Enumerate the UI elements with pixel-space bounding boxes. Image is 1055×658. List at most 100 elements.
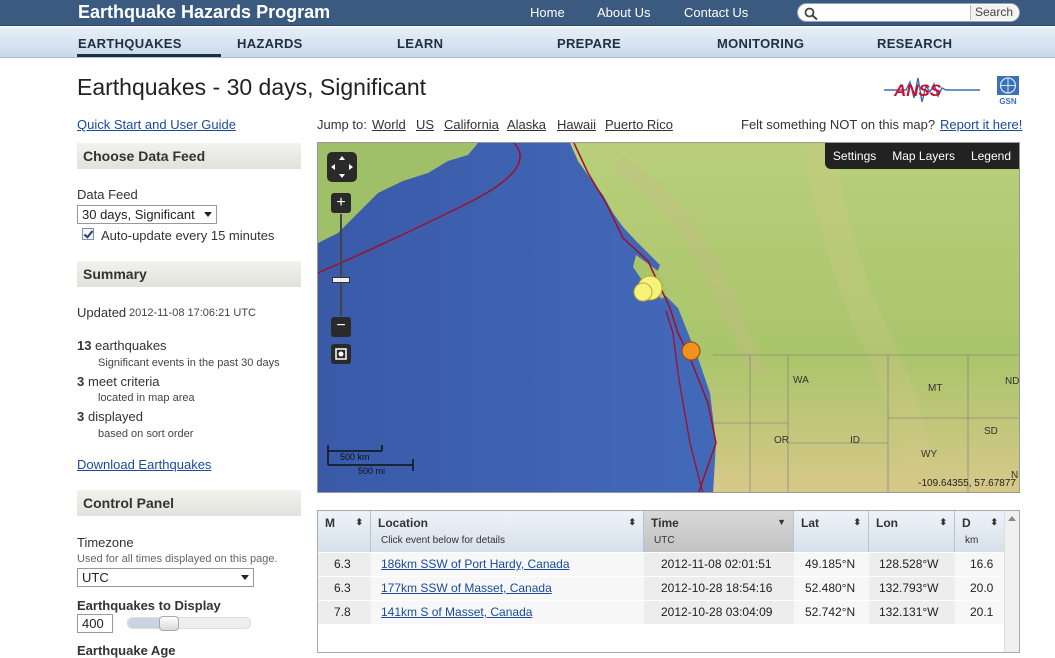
choose-feed-heading[interactable]: Choose Data Feed: [77, 143, 301, 169]
download-earthquakes-link[interactable]: Download Earthquakes: [77, 457, 211, 472]
jump-puerto-rico-link[interactable]: Puerto Rico: [605, 117, 673, 132]
display-count-input[interactable]: 400: [77, 614, 113, 633]
site-title[interactable]: Earthquake Hazards Program: [78, 2, 330, 23]
search-input[interactable]: Search: [797, 3, 1020, 22]
earthquake-marker[interactable]: [681, 341, 701, 361]
map-settings-button[interactable]: Settings: [825, 149, 884, 163]
cell-depth: 16.6: [970, 557, 994, 571]
zoom-out-button[interactable]: −: [331, 317, 351, 337]
displayed-sub: based on sort order: [98, 428, 194, 440]
jump-us-link[interactable]: US: [416, 117, 434, 132]
state-label: WY: [921, 449, 938, 460]
earthquake-list: M ⬍ Location ⬍ Click event below for det…: [317, 510, 1020, 653]
chevron-down-icon: [204, 212, 212, 217]
sort-icon: ⬍: [628, 517, 636, 527]
cell-location: 177km SSW of Masset, Canada: [381, 581, 552, 595]
map-canvas[interactable]: 500 km 500 mi: [318, 143, 1020, 493]
display-count-label: Earthquakes to Display: [77, 598, 221, 613]
main-nav: EARTHQUAKES HAZARDS LEARN PREPARE MONITO…: [0, 27, 1055, 58]
state-label: ND: [1005, 376, 1020, 387]
criteria-label: meet criteria: [88, 374, 160, 389]
cell-m: 6.3: [334, 581, 351, 595]
col-header-magnitude[interactable]: M ⬍: [318, 511, 371, 552]
table-row[interactable]: 7.8 141km S of Masset, Canada 2012-10-28 0…: [318, 600, 1006, 624]
search-button[interactable]: Search: [969, 5, 1017, 20]
state-label: WA: [793, 375, 809, 386]
event-link[interactable]: 186km SSW of Port Hardy, Canada: [381, 557, 570, 571]
top-bar: Earthquake Hazards Program Home About Us…: [0, 0, 1055, 26]
table-scrollbar[interactable]: [1004, 511, 1019, 652]
zoom-track[interactable]: [340, 214, 342, 316]
earthquake-marker[interactable]: [633, 282, 653, 302]
jump-alaska-link[interactable]: Alaska: [507, 117, 546, 132]
control-panel-heading[interactable]: Control Panel: [77, 490, 301, 516]
pan-arrows-icon: [331, 156, 353, 178]
gsn-logo-text: GSN: [999, 97, 1017, 106]
home-link[interactable]: Home: [530, 5, 565, 20]
col-header-depth[interactable]: D ⬍ km: [955, 511, 1006, 552]
col-header-time[interactable]: Time ▼ UTC: [644, 511, 794, 552]
zoom-handle[interactable]: [332, 277, 350, 283]
earthquake-map[interactable]: 500 km 500 mi + − WA MT ND OR ID SD WY N…: [317, 142, 1020, 493]
scale-km: 500 km: [340, 452, 370, 462]
state-label: SD: [984, 426, 998, 437]
summary-heading[interactable]: Summary: [77, 261, 301, 287]
scale-mi: 500 mi: [358, 466, 385, 476]
cell-m: 7.8: [334, 605, 351, 619]
col-header-latitude[interactable]: Lat ⬍: [794, 511, 869, 552]
quick-start-link[interactable]: Quick Start and User Guide: [77, 117, 236, 132]
zoom-in-button[interactable]: +: [331, 193, 351, 213]
timezone-select[interactable]: UTC: [77, 568, 254, 587]
nav-hazards[interactable]: HAZARDS: [237, 36, 303, 51]
header-sub: km: [965, 535, 979, 546]
contact-us-link[interactable]: Contact Us: [684, 5, 748, 20]
cell-depth: 20.0: [970, 581, 994, 595]
data-feed-select[interactable]: 30 days, Significant: [77, 205, 217, 224]
map-legend-button[interactable]: Legend: [963, 149, 1019, 163]
event-link[interactable]: 177km SSW of Masset, Canada: [381, 581, 552, 595]
data-feed-value: 30 days, Significant: [82, 207, 195, 222]
earthquake-age-label: Earthquake Age: [77, 643, 176, 658]
page-title: Earthquakes - 30 days, Significant: [77, 74, 427, 100]
autoupdate-label[interactable]: Auto-update every 15 minutes: [101, 228, 274, 243]
header-sub: UTC: [654, 535, 675, 546]
table-row[interactable]: 6.3 186km SSW of Port Hardy, Canada 2012-1…: [318, 552, 1006, 576]
jump-hawaii-link[interactable]: Hawaii: [557, 117, 596, 132]
nav-learn[interactable]: LEARN: [397, 36, 443, 51]
table-row[interactable]: 6.3 177km SSW of Masset, Canada 2012-10-28…: [318, 576, 1006, 600]
nav-research[interactable]: RESEARCH: [877, 36, 952, 51]
criteria-sub: located in map area: [98, 392, 195, 404]
nav-monitoring[interactable]: MONITORING: [717, 36, 804, 51]
total-count: 13: [77, 338, 92, 353]
nav-prepare[interactable]: PREPARE: [557, 36, 621, 51]
cell-time: 2012-11-08 02:01:51: [661, 557, 772, 571]
map-layers-button[interactable]: Map Layers: [884, 149, 963, 163]
gsn-logo[interactable]: GSN: [995, 75, 1021, 106]
total-label: earthquakes: [95, 338, 167, 353]
display-count-slider[interactable]: [127, 616, 251, 631]
cell-depth: 20.1: [970, 605, 994, 619]
report-it-link[interactable]: Report it here!: [940, 117, 1022, 132]
state-label: MT: [928, 383, 943, 394]
timezone-sub: Used for all times displayed on this pag…: [77, 553, 278, 565]
about-us-link[interactable]: About Us: [597, 5, 650, 20]
jump-california-link[interactable]: California: [444, 117, 499, 132]
jump-world-link[interactable]: World: [372, 117, 406, 132]
event-link[interactable]: 141km S of Masset, Canada: [381, 605, 532, 619]
slider-handle[interactable]: [159, 616, 179, 631]
scroll-up-icon[interactable]: [1008, 516, 1016, 521]
sort-icon: ⬍: [990, 517, 998, 527]
autoupdate-checkbox[interactable]: [82, 228, 94, 240]
state-label: ID: [850, 435, 860, 446]
displayed-count: 3: [77, 409, 85, 424]
state-label: OR: [774, 435, 789, 446]
anss-logo[interactable]: ANSS: [884, 74, 980, 106]
header-label: Location: [378, 516, 428, 530]
col-header-location[interactable]: Location ⬍ Click event below for details: [371, 511, 644, 552]
header-label: Lon: [876, 516, 898, 530]
zoom-box-button[interactable]: [331, 344, 351, 364]
pan-control[interactable]: [327, 152, 357, 182]
header-sub: Click event below for details: [381, 535, 505, 546]
col-header-longitude[interactable]: Lon ⬍: [869, 511, 955, 552]
nav-earthquakes[interactable]: EARTHQUAKES: [78, 36, 182, 51]
